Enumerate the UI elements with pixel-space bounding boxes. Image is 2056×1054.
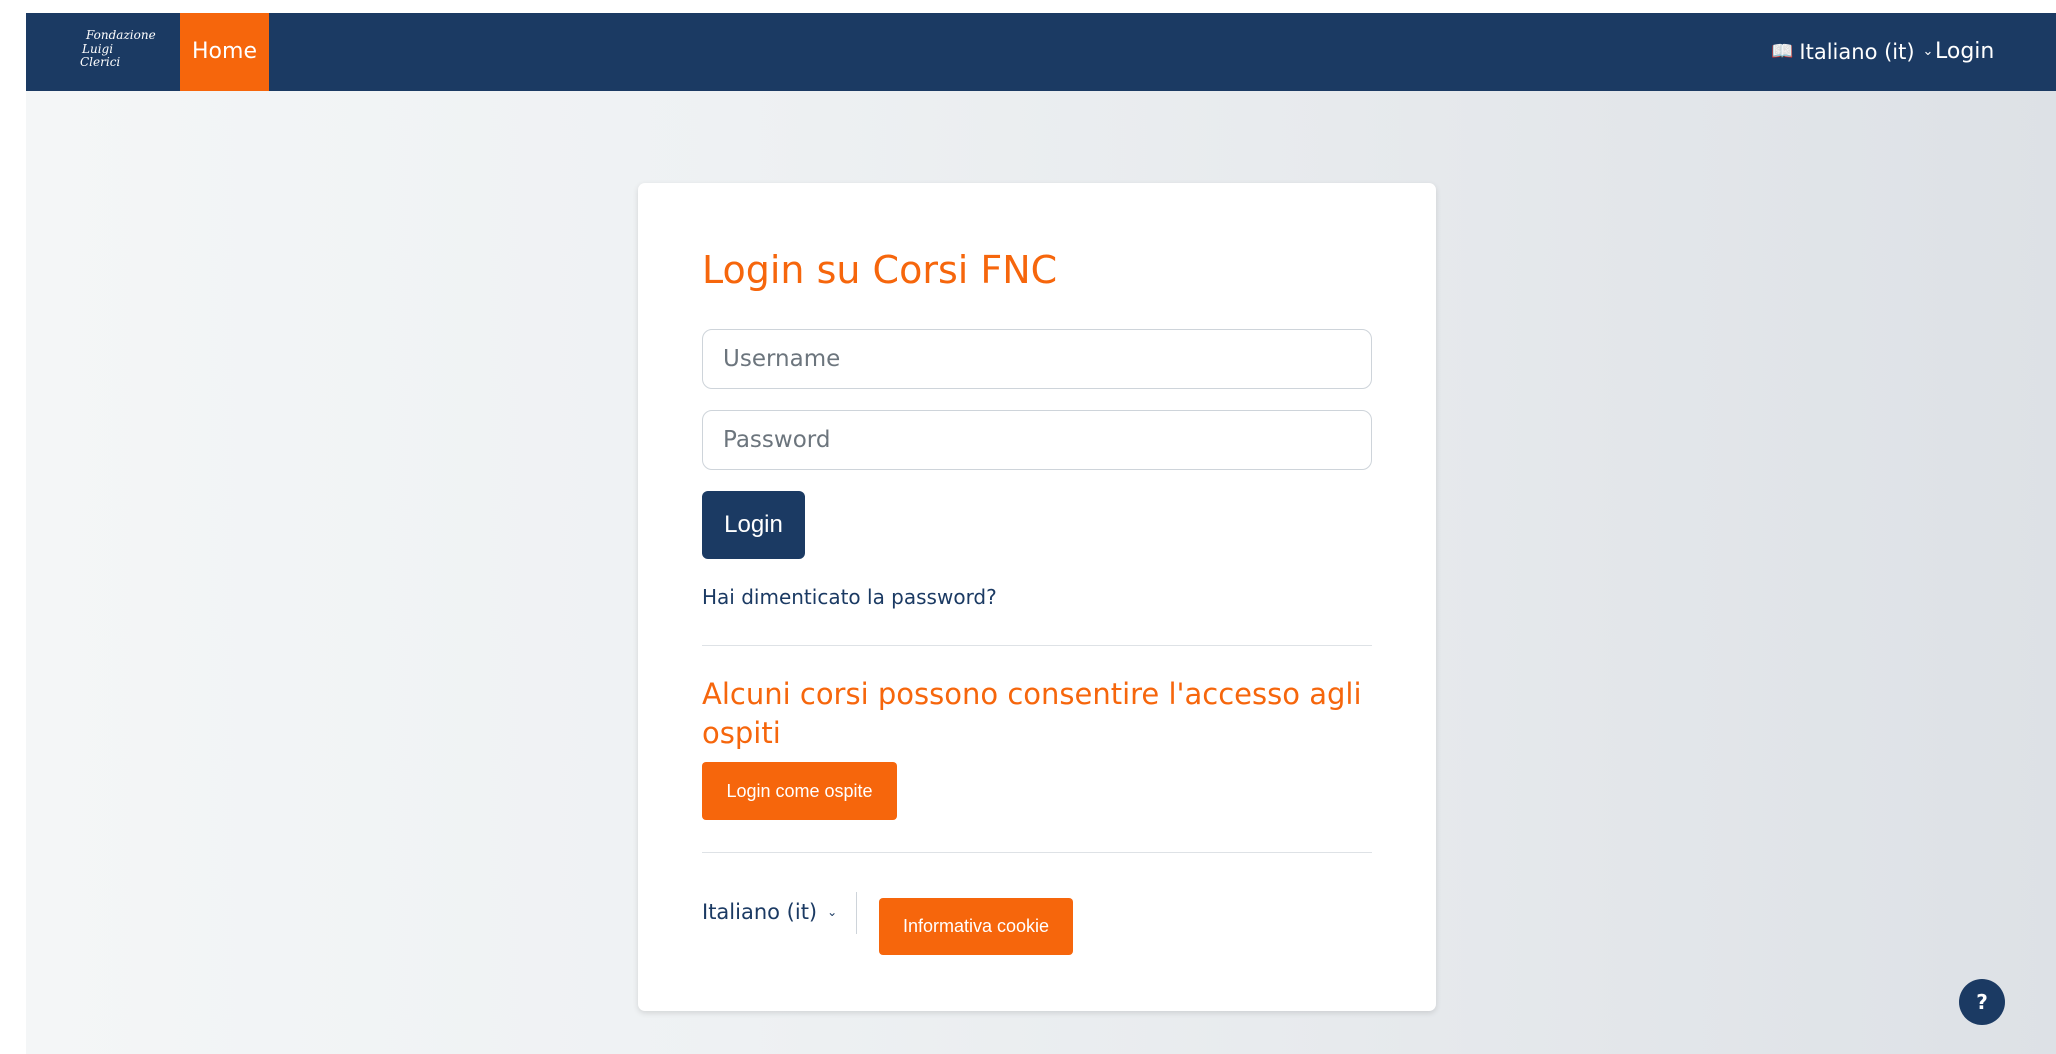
page-frame: Fondazione Luigi Clerici Home 📖 Italiano…	[26, 13, 2056, 1054]
question-icon[interactable]: ?	[1959, 979, 2005, 1025]
language-icon: 📖	[1771, 41, 1794, 62]
footer-language-label: Italiano (it)	[702, 900, 818, 924]
password-input[interactable]	[702, 410, 1372, 470]
language-menu[interactable]: 📖 Italiano (it) ⌄	[1771, 13, 1933, 91]
guest-login-button[interactable]: Login come ospite	[702, 762, 897, 820]
guest-access-heading: Alcuni corsi possono consentire l'access…	[702, 677, 1362, 750]
top-navbar: Fondazione Luigi Clerici Home 📖 Italiano…	[26, 13, 2056, 91]
divider	[702, 852, 1372, 853]
language-menu-label: Italiano (it)	[1799, 40, 1915, 64]
chevron-down-icon: ⌄	[1922, 44, 1934, 59]
footer-language-select[interactable]: Italiano (it) ⌄	[702, 883, 837, 941]
username-input[interactable]	[702, 329, 1372, 389]
brand-logo-line1: Fondazione	[86, 28, 156, 42]
cookie-policy-button[interactable]: Informativa cookie	[879, 898, 1073, 955]
brand-logo-line3: Clerici	[80, 55, 121, 69]
nav-login-link[interactable]: Login	[1935, 13, 1994, 91]
nav-home-link[interactable]: Home	[180, 13, 269, 91]
page-title: Login su Corsi FNC	[702, 248, 1058, 292]
vertical-separator	[856, 892, 857, 934]
brand-logo[interactable]: Fondazione Luigi Clerici	[78, 27, 156, 77]
chevron-down-icon: ⌄	[827, 905, 838, 919]
login-button[interactable]: Login	[702, 491, 805, 559]
forgot-password-link[interactable]: Hai dimenticato la password?	[702, 585, 997, 609]
divider	[702, 645, 1372, 646]
login-card: Login su Corsi FNC Login Hai dimenticato…	[638, 183, 1436, 1011]
